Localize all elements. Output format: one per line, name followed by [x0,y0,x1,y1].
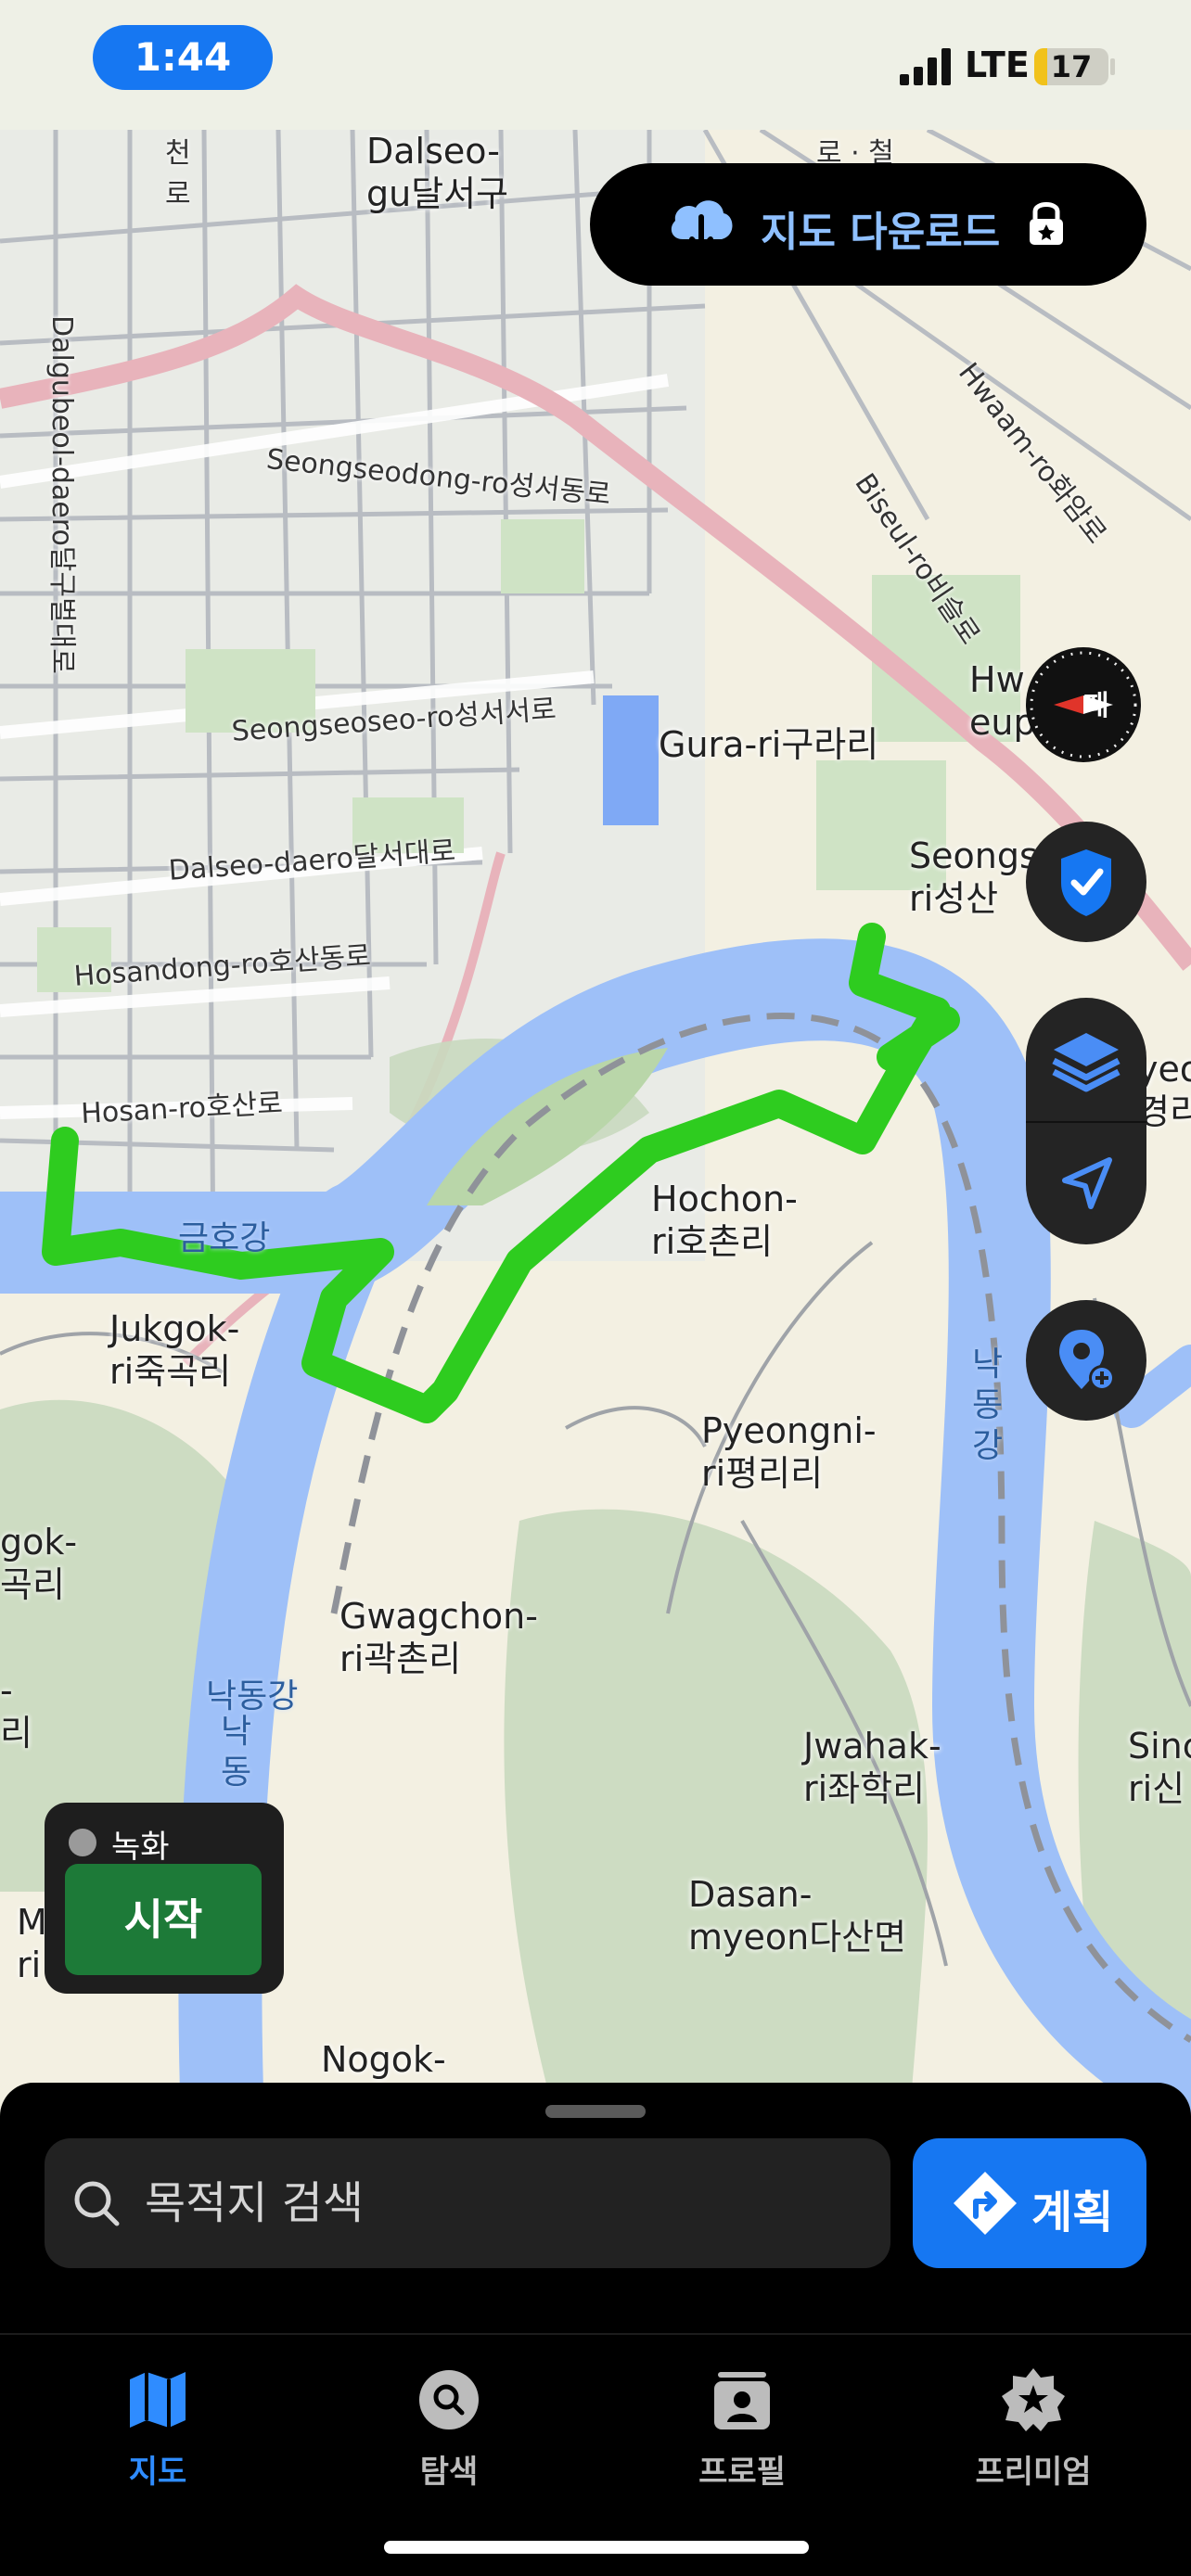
place-label-jukgok-ri: Jukgok- ri죽곡리 [109,1308,240,1392]
record-label: 녹화 [111,1829,170,1866]
layers-button[interactable] [1026,998,1146,1121]
time-pill[interactable]: 1:44 [93,25,273,90]
tab-label-map: 지도 [128,2454,187,2491]
tab-explore[interactable]: 탐색 [347,2366,551,2506]
tab-label-explore: 탐색 [419,2454,479,2491]
map-download-button[interactable]: 지도 다운로드 [590,163,1146,286]
compass-icon[interactable]: 패 [1026,647,1141,762]
place-label-jwahak-ri: Jwahak- ri좌학리 [803,1726,941,1809]
network-label: LTE [965,45,1030,85]
tab-premium[interactable]: 프리미엄 [931,2366,1135,2506]
battery-icon: 17 [1034,48,1108,85]
place-label-dasan-myeon: Dasan- myeon다산면 [688,1874,907,1958]
place-label-k-left: - 리 [0,1670,32,1753]
premium-star-icon [1002,2368,1065,2431]
safety-button[interactable] [1026,822,1146,942]
map-controls-stack [1026,998,1146,1244]
add-pin-button[interactable] [1026,1300,1146,1421]
sheet-grabber[interactable] [545,2105,646,2118]
map-download-label: 지도 다운로드 [761,209,1001,256]
battery-cap [1110,58,1115,75]
map-icon [130,2372,186,2428]
place-label-nogok: Nogok- [321,2039,446,2080]
tab-profile[interactable]: 프로필 [640,2366,844,2506]
record-indicator-icon [69,1829,96,1856]
place-label-gwagchon-ri: Gwagchon- ri곽촌리 [339,1596,538,1679]
road-label-dalgubeol: Dalgubeol-daero달구벌대로 [45,315,78,674]
record-widget: 녹화 시작 [45,1803,284,1994]
river-label-nakdong-right: 낙 동 강 [972,1345,1004,1465]
place-label-seongsan-ri: Seongs ri성산 [909,835,1038,919]
profile-icon [714,2372,770,2429]
destination-search-input[interactable]: 목적지 검색 [145,2138,868,2268]
tab-label-premium: 프리미엄 [975,2454,1092,2491]
place-label-gok-left: gok- 곡리 [0,1522,78,1605]
bottom-sheet: 목적지 검색 계획 [0,2083,1191,2333]
plan-route-label: 계획 [1031,2187,1114,2238]
tab-map[interactable]: 지도 [56,2366,260,2506]
record-start-button[interactable]: 시작 [65,1864,262,1975]
cloud-download-icon [671,200,733,255]
place-label-hochon-ri: Hochon- ri호촌리 [651,1179,798,1262]
place-label-m-left: M ri [17,1902,47,1985]
shield-check-icon [1061,849,1111,916]
river-label-nakdong-left-vertical: 낙 동 [221,1713,252,1792]
river-label-geumho: 금호강 [178,1219,271,1257]
compass-text: 패 [1083,690,1109,722]
plan-route-button[interactable]: 계획 [913,2138,1146,2268]
add-pin-icon [1059,1330,1115,1391]
place-label-pyeongni-ri: Pyeongni- ri평리리 [701,1410,877,1494]
place-label-gura-ri: Gura-ri구라리 [659,724,879,765]
place-label-dalseo-gu: Dalseo- gu달서구 [366,131,509,214]
place-label-sin-right: Sinc ri신 [1128,1726,1191,1809]
explore-search-icon [419,2370,479,2429]
signal-icon [900,46,955,85]
tab-label-profile: 프로필 [698,2454,786,2491]
tab-bar: 지도 탐색 프로필 프리미엄 [0,2333,1191,2576]
app-screen: 1:44 LTE 17 Dalseo- gu달서구 Gura-ri구라리 Hw … [0,0,1191,2576]
battery-level: 17 [1050,49,1093,84]
road-label-cheon-ro: 천 로 [165,137,191,210]
home-indicator[interactable] [384,2541,809,2554]
river-label-nakdong-left: 낙동강 [206,1677,299,1715]
route-plan-icon [954,2172,1017,2235]
search-bar[interactable]: 목적지 검색 [45,2138,890,2268]
search-icon [74,2181,120,2226]
locate-button[interactable] [1026,1123,1146,1244]
lock-star-icon [1030,202,1063,245]
layers-icon [1052,1033,1121,1092]
status-bar: 1:44 LTE 17 [0,0,1191,130]
location-arrow-icon [1062,1157,1112,1209]
